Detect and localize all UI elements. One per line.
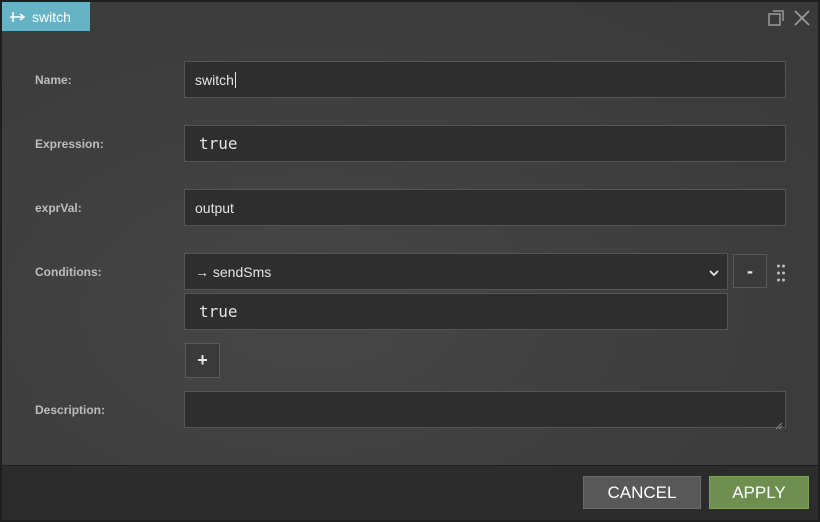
name-label: Name: (35, 73, 72, 87)
switch-node-icon (10, 11, 26, 23)
cancel-button[interactable]: CANCEL (583, 476, 701, 509)
switch-node-dialog: switch Name: switch Expression: true exp… (0, 0, 820, 522)
remove-condition-button[interactable]: - (733, 254, 767, 288)
condition-target-value: → sendSms (195, 263, 272, 280)
add-condition-button[interactable]: + (185, 343, 220, 378)
name-input-value: switch (195, 71, 234, 88)
window-controls (766, 8, 812, 28)
expression-editor[interactable]: true (184, 125, 786, 162)
maximize-icon[interactable] (766, 8, 786, 28)
conditions-label: Conditions: (35, 265, 102, 279)
dialog-title-tab: switch (2, 2, 90, 31)
exprval-input[interactable]: output (184, 189, 786, 226)
dialog-footer: CANCEL APPLY (2, 465, 818, 520)
dialog-title: switch (32, 8, 71, 25)
condition-expression-editor[interactable]: true (184, 293, 728, 330)
close-icon[interactable] (792, 8, 812, 28)
resize-grip-icon[interactable] (775, 417, 783, 430)
expression-value: true (199, 134, 238, 153)
condition-expression-value: true (199, 302, 238, 321)
description-textarea[interactable] (184, 391, 786, 430)
text-caret (234, 71, 236, 88)
drag-handle-icon[interactable] (777, 264, 785, 282)
condition-target-select[interactable]: → sendSms (184, 253, 728, 290)
exprval-label: exprVal: (35, 201, 82, 215)
chevron-down-icon (709, 265, 719, 277)
name-input[interactable]: switch (184, 61, 786, 98)
expression-label: Expression: (35, 137, 104, 151)
description-label: Description: (35, 403, 106, 417)
apply-button[interactable]: APPLY (709, 476, 809, 509)
exprval-value: output (195, 199, 234, 216)
